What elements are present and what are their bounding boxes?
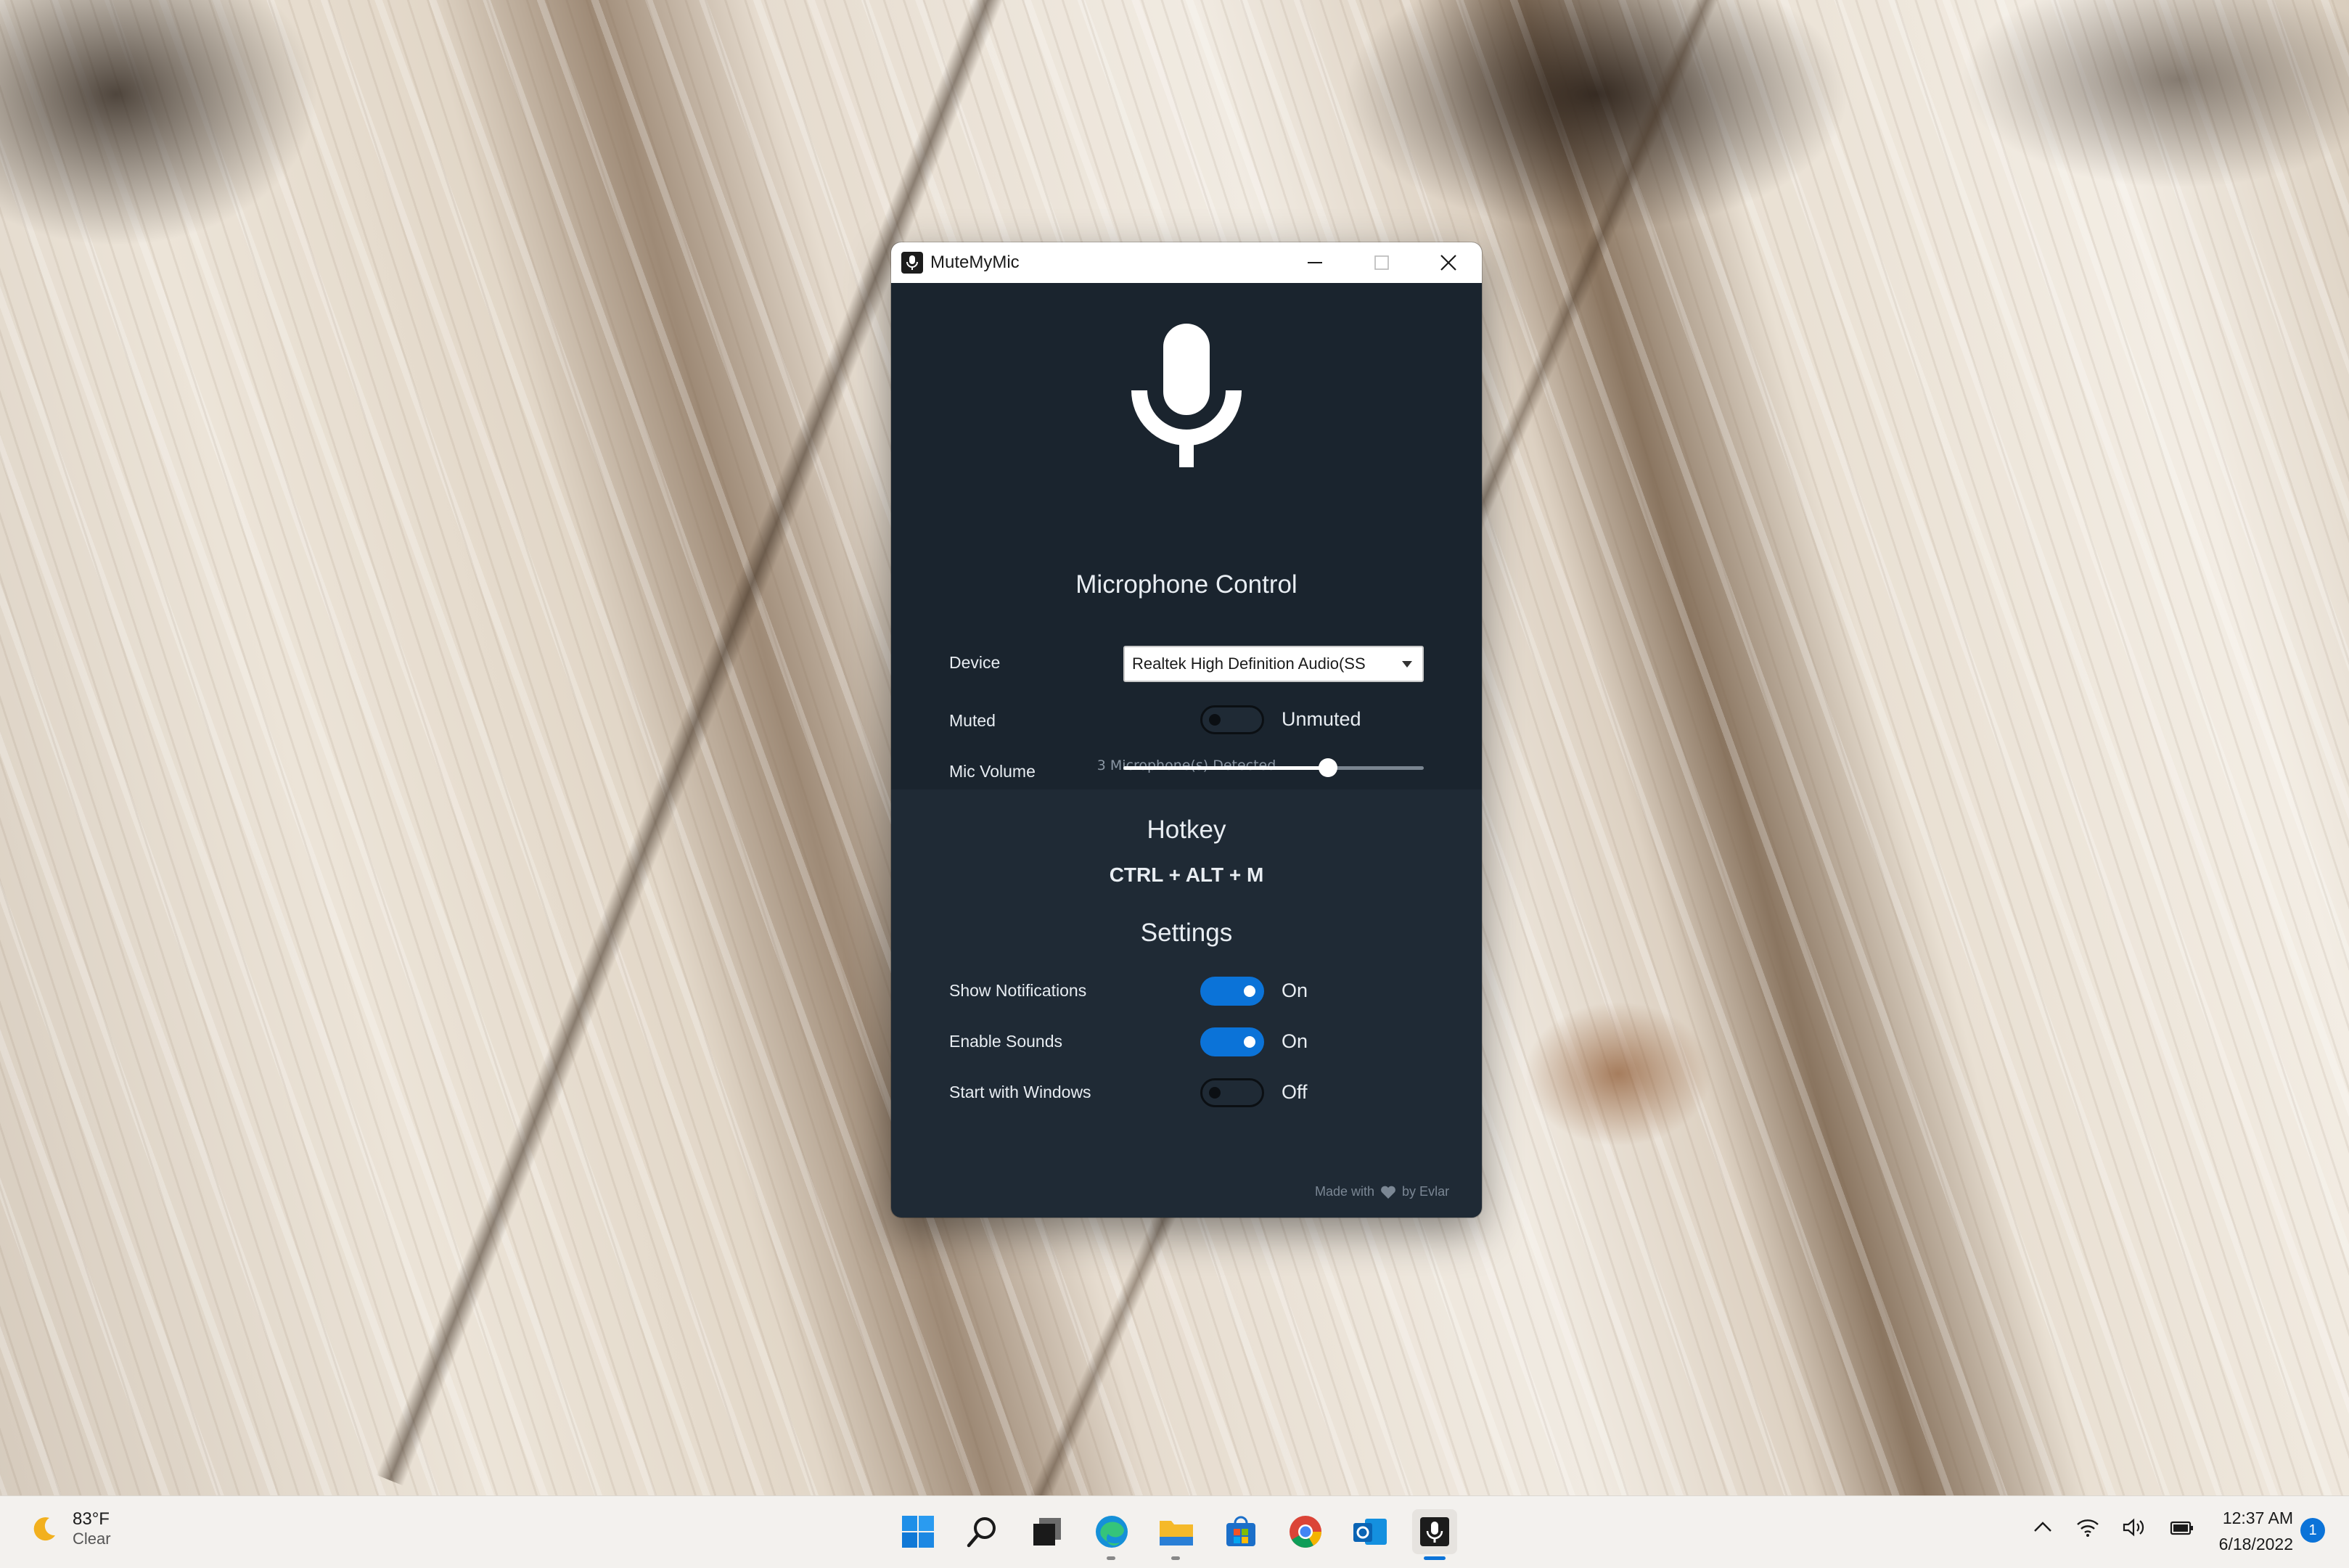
mutemymic-icon xyxy=(1420,1517,1449,1546)
microphone-control-title: Microphone Control xyxy=(1075,570,1298,599)
minimize-icon xyxy=(1308,262,1322,263)
chrome-icon xyxy=(1290,1516,1321,1548)
volume-icon[interactable] xyxy=(2122,1516,2147,1538)
wallpaper-shade xyxy=(1342,0,1850,232)
maximize-icon xyxy=(1374,255,1389,270)
wallpaper-shade xyxy=(1959,0,2349,189)
toggle-knob xyxy=(1209,714,1221,726)
device-select-value: Realtek High Definition Audio(SS xyxy=(1132,654,1366,673)
toggle-knob xyxy=(1244,985,1255,997)
moon-icon xyxy=(33,1517,55,1541)
enable-sounds-label: Enable Sounds xyxy=(949,1032,1063,1051)
outlook-icon xyxy=(1353,1519,1387,1545)
wifi-icon[interactable] xyxy=(2075,1516,2100,1538)
show-notifications-state: On xyxy=(1282,980,1308,1001)
enable-sounds-state: On xyxy=(1282,1030,1308,1052)
mic-volume-label: Mic Volume xyxy=(949,762,1036,781)
start-with-windows-state: Off xyxy=(1282,1081,1308,1103)
clock-date: 6/18/2022 xyxy=(2218,1535,2293,1553)
outlook-button[interactable] xyxy=(1348,1509,1393,1554)
window-controls xyxy=(1282,242,1482,283)
heart-icon xyxy=(1381,1186,1395,1199)
weather-temperature: 83°F xyxy=(73,1509,110,1529)
mic-volume-slider[interactable] xyxy=(1123,758,1424,777)
device-label: Device xyxy=(949,653,1001,672)
mutemymic-taskbar-button[interactable] xyxy=(1412,1509,1457,1560)
store-button[interactable] xyxy=(1218,1509,1263,1554)
edge-button[interactable] xyxy=(1089,1509,1134,1560)
task-view-button[interactable] xyxy=(1025,1509,1070,1554)
muted-label: Muted xyxy=(949,711,996,730)
search-icon xyxy=(967,1517,996,1548)
taskbar: 83°F Clear 12:37 AM 6/18/2022 1 xyxy=(0,1495,2349,1568)
device-select[interactable]: Realtek High Definition Audio(SS xyxy=(1123,646,1424,682)
minimize-button[interactable] xyxy=(1282,242,1348,283)
running-indicator xyxy=(1107,1556,1115,1560)
taskbar-apps xyxy=(895,1509,1457,1560)
app-microphone-icon xyxy=(901,252,923,274)
start-icon xyxy=(902,1516,934,1548)
muted-state-text: Unmuted xyxy=(1282,708,1361,730)
show-notifications-label: Show Notifications xyxy=(949,981,1087,1000)
title-bar[interactable]: MuteMyMic xyxy=(891,242,1482,283)
footer-credit: Made with by Evlar xyxy=(1315,1184,1449,1199)
file-explorer-icon xyxy=(1160,1521,1193,1546)
window-title: MuteMyMic xyxy=(930,253,1020,272)
weather-condition: Clear xyxy=(73,1530,111,1548)
system-tray xyxy=(2032,1516,2196,1538)
chrome-button[interactable] xyxy=(1283,1509,1328,1554)
hotkey-title: Hotkey xyxy=(1147,816,1226,844)
footer-made-with: Made with xyxy=(1315,1184,1375,1199)
edge-icon xyxy=(1096,1516,1128,1548)
slider-thumb[interactable] xyxy=(1318,758,1337,777)
settings-title: Settings xyxy=(1140,919,1233,947)
file-explorer-button[interactable] xyxy=(1154,1509,1199,1560)
close-button[interactable] xyxy=(1415,242,1482,283)
wallpaper-knot xyxy=(1524,1001,1713,1146)
task-view-icon xyxy=(1033,1518,1061,1546)
toggle-knob xyxy=(1244,1036,1255,1048)
show-notifications-toggle[interactable] xyxy=(1200,977,1264,1006)
store-icon xyxy=(1226,1516,1255,1546)
clock-time: 12:37 AM xyxy=(2222,1509,2293,1527)
search-button[interactable] xyxy=(960,1509,1005,1554)
slider-fill xyxy=(1123,766,1328,770)
running-indicator xyxy=(1171,1556,1180,1560)
chevron-down-icon xyxy=(1402,661,1412,668)
chevron-up-icon[interactable] xyxy=(2032,1516,2054,1538)
active-indicator xyxy=(1424,1556,1446,1560)
toggle-knob xyxy=(1209,1087,1221,1099)
close-icon xyxy=(1440,255,1456,271)
microphone-icon[interactable] xyxy=(1131,324,1242,469)
maximize-button[interactable] xyxy=(1348,242,1415,283)
hotkey-combo[interactable]: CTRL + ALT + M xyxy=(891,863,1482,887)
enable-sounds-toggle[interactable] xyxy=(1200,1027,1264,1056)
clock[interactable]: 12:37 AM 6/18/2022 xyxy=(2184,1505,2293,1557)
start-with-windows-toggle[interactable] xyxy=(1200,1078,1264,1107)
weather-widget[interactable]: 83°F Clear xyxy=(29,1509,111,1548)
notification-badge[interactable]: 1 xyxy=(2300,1518,2325,1543)
wallpaper-shade xyxy=(0,0,319,247)
muted-toggle[interactable] xyxy=(1200,705,1264,734)
start-button[interactable] xyxy=(895,1509,940,1554)
start-with-windows-label: Start with Windows xyxy=(949,1083,1091,1101)
footer-by: by Evlar xyxy=(1402,1184,1450,1199)
